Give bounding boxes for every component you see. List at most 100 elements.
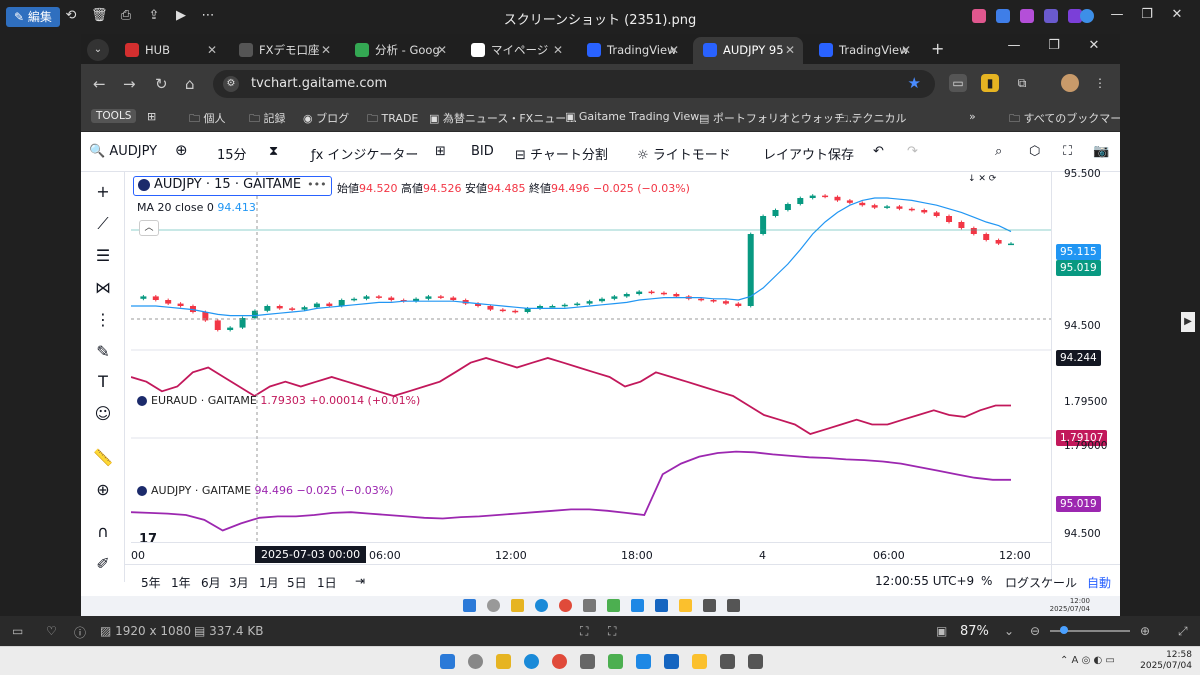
site-info-icon[interactable]: ⚙ bbox=[223, 76, 239, 92]
zoom-slider-handle[interactable] bbox=[1060, 626, 1068, 634]
tab-sheets[interactable]: 分析 - Goog ✕ bbox=[345, 37, 455, 64]
select-icon[interactable]: ⛶ bbox=[608, 624, 616, 639]
zoom-dropdown-icon[interactable]: ⌄ bbox=[1004, 624, 1014, 638]
crop-icon[interactable]: ⛶ bbox=[580, 624, 588, 639]
fullscreen-icon[interactable]: ⛶ bbox=[1063, 144, 1072, 159]
collapse-legend-button[interactable]: ︿ bbox=[139, 220, 159, 236]
apps-icon[interactable]: ⊞ bbox=[147, 110, 156, 123]
chrome-icon[interactable] bbox=[552, 654, 567, 669]
new-tab-icon[interactable]: + bbox=[931, 39, 944, 58]
text-icon[interactable]: T bbox=[91, 370, 115, 394]
back-icon[interactable]: ← bbox=[93, 75, 106, 93]
tab-audjpy[interactable]: AUDJPY 95 ✕ bbox=[693, 37, 803, 64]
range-1d[interactable]: 1日 bbox=[317, 574, 337, 591]
app-icon[interactable] bbox=[608, 654, 623, 669]
bookmarks-overflow[interactable]: » bbox=[969, 110, 976, 123]
prediction-icon[interactable]: ⋮ bbox=[91, 308, 115, 332]
tab-tradingview-1[interactable]: TradingView ✕ bbox=[577, 37, 687, 64]
range-1m[interactable]: 1月 bbox=[259, 574, 279, 591]
favorite-icon[interactable]: ♡ bbox=[46, 624, 57, 638]
range-3m[interactable]: 3月 bbox=[229, 574, 249, 591]
reload-icon[interactable]: ↻ bbox=[155, 75, 168, 93]
undo-icon[interactable]: ↶ bbox=[873, 144, 884, 159]
system-clock[interactable]: 12:58 2025/07/04 bbox=[1140, 650, 1192, 672]
filmstrip-icon[interactable]: ▭ bbox=[12, 624, 23, 638]
tab-search-icon[interactable]: ⌄ bbox=[87, 39, 109, 61]
app-icon[interactable] bbox=[580, 654, 595, 669]
clip-icon[interactable] bbox=[1020, 9, 1034, 23]
indicators-button[interactable]: ƒx インジケーター bbox=[311, 144, 418, 163]
bookmark-tools[interactable]: TOOLS bbox=[91, 109, 137, 123]
all-bookmarks[interactable]: 🗀 すべてのブックマーク bbox=[1009, 110, 1120, 129]
zoom-in-icon[interactable]: ⊕ bbox=[1140, 624, 1150, 638]
zoom-icon[interactable]: ⊕ bbox=[91, 478, 115, 502]
tab-fx-demo[interactable]: FXデモ口座 ✕ bbox=[229, 37, 339, 64]
interval-button[interactable]: 15分 bbox=[217, 144, 247, 163]
range-5y[interactable]: 5年 bbox=[141, 574, 161, 591]
camera-icon[interactable]: 📷 bbox=[1093, 144, 1109, 159]
candle-type-icon[interactable]: ⧗ bbox=[269, 144, 278, 159]
bookmark-gaitame-tv[interactable]: ▣ Gaitame Trading View bbox=[565, 110, 699, 123]
settings-icon[interactable]: ⬡ bbox=[1029, 144, 1040, 159]
range-6m[interactable]: 6月 bbox=[201, 574, 221, 591]
timezone-clock[interactable]: 12:00:55 UTC+9 bbox=[875, 574, 974, 588]
layout-split-button[interactable]: ⊟ チャート分割 bbox=[515, 144, 608, 163]
redo-icon[interactable]: ↷ bbox=[907, 144, 918, 159]
home-icon[interactable]: ⌂ bbox=[185, 75, 195, 93]
fib-icon[interactable]: ☰ bbox=[91, 244, 115, 268]
close-icon[interactable]: ✕ bbox=[1074, 38, 1114, 53]
info-icon[interactable]: ⓘ bbox=[74, 624, 86, 641]
bookmark-folder-personal[interactable]: 🗀 個人 bbox=[189, 110, 226, 129]
zoom-level[interactable]: 87% bbox=[960, 624, 989, 639]
goto-date-icon[interactable]: ⇥ bbox=[355, 574, 365, 588]
tab-close-icon[interactable]: ✕ bbox=[669, 37, 679, 64]
app-icon[interactable] bbox=[720, 654, 735, 669]
restore-icon[interactable]: ❐ bbox=[1132, 7, 1162, 22]
quick-search-icon[interactable]: ⌕ bbox=[995, 144, 1002, 159]
price-axis[interactable]: 95.500 95.115 95.019 94.500 94.244 1.795… bbox=[968, 168, 1120, 582]
emoji-icon[interactable]: ☺ bbox=[91, 402, 115, 426]
range-1y[interactable]: 1年 bbox=[171, 574, 191, 591]
forward-icon[interactable]: → bbox=[123, 75, 136, 93]
extension-icon[interactable]: ▮ bbox=[981, 74, 999, 92]
pattern-icon[interactable]: ⋈ bbox=[91, 276, 115, 300]
save-layout-button[interactable]: レイアウト保存 bbox=[763, 144, 854, 163]
crosshair-icon[interactable]: + bbox=[91, 180, 115, 204]
tab-mypage[interactable]: マイページ ✕ bbox=[461, 37, 571, 64]
ruler-icon[interactable]: 📏 bbox=[91, 446, 115, 470]
menu-icon[interactable]: ⋮ bbox=[1091, 74, 1109, 92]
app-icon[interactable] bbox=[636, 654, 651, 669]
legend-more-icon[interactable]: ••• bbox=[307, 178, 326, 191]
extensions-puzzle-icon[interactable]: ⧉ bbox=[1013, 74, 1031, 92]
tab-tradingview-2[interactable]: TradingView ✕ bbox=[809, 37, 919, 64]
fit-icon[interactable]: ▣ bbox=[936, 624, 947, 638]
fullscreen-icon[interactable]: ⤢ bbox=[1178, 624, 1188, 639]
address-bar[interactable]: ⚙ tvchart.gaitame.com ★ bbox=[213, 70, 935, 98]
minimize-icon[interactable]: — bbox=[1102, 7, 1132, 22]
templates-icon[interactable]: ⊞ bbox=[435, 144, 446, 159]
photos-icon[interactable] bbox=[664, 654, 679, 669]
bookmark-blog[interactable]: ◉ ブログ bbox=[303, 110, 349, 126]
restore-icon[interactable]: ❐ bbox=[1034, 38, 1074, 53]
symbol-search[interactable]: 🔍 AUDJPY bbox=[89, 144, 157, 159]
auto-scale-toggle[interactable]: 自動 bbox=[1087, 574, 1111, 591]
brush-icon[interactable]: ✎ bbox=[91, 340, 115, 364]
bookmark-folder-trade[interactable]: 🗀 TRADE bbox=[367, 110, 418, 129]
bookmark-fx-news[interactable]: ▣ 為替ニュース・FXニュー… bbox=[429, 110, 577, 126]
paint-icon[interactable] bbox=[1044, 9, 1058, 23]
log-scale-toggle[interactable]: ログスケール bbox=[1005, 574, 1077, 591]
profile-avatar[interactable] bbox=[1061, 74, 1079, 92]
range-5d[interactable]: 5日 bbox=[287, 574, 307, 591]
lock-draw-icon[interactable]: ✐ bbox=[91, 552, 115, 576]
bid-button[interactable]: BID bbox=[471, 144, 494, 159]
time-axis[interactable]: 00 06:00 12:00 18:00 4 06:00 12:00 2025-… bbox=[131, 542, 1051, 564]
bookmark-star-icon[interactable]: ★ bbox=[908, 74, 921, 92]
tab-close-icon[interactable]: ✕ bbox=[437, 37, 447, 64]
ma-legend[interactable]: MA 20 close 0 94.413 bbox=[137, 201, 256, 214]
copilot-icon[interactable] bbox=[972, 9, 986, 23]
percent-toggle[interactable]: % bbox=[981, 574, 992, 588]
tool-icon[interactable] bbox=[996, 9, 1010, 23]
next-image-icon[interactable]: ▶ bbox=[1181, 312, 1195, 332]
tab-hub[interactable]: HUB ✕ bbox=[115, 37, 225, 64]
bookmark-folder-records[interactable]: 🗀 記録 bbox=[249, 110, 286, 129]
